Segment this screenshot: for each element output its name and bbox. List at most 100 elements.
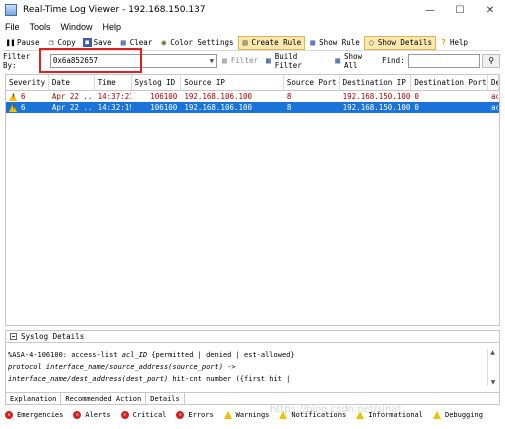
- table-row-selected[interactable]: 6 Apr 22 ... 14:32:19 106100 192.168.106…: [6, 102, 499, 113]
- build-filter-label: Build Filter: [274, 51, 302, 70]
- cell-severity: 6: [6, 102, 49, 113]
- build-filter-icon: ▦: [265, 56, 271, 65]
- severity-value: 6: [21, 92, 26, 101]
- details-icon: ○: [368, 38, 374, 47]
- cell-source-port: 8: [286, 92, 292, 101]
- col-date[interactable]: Date: [49, 75, 95, 90]
- show-all-label: Show All: [344, 51, 363, 70]
- legend-label: Warnings: [235, 411, 270, 419]
- details-suffix: {permitted | denied | est-allowed}: [147, 351, 295, 359]
- help-button[interactable]: ? Help: [436, 36, 472, 50]
- pause-button[interactable]: ❚❚ Pause: [3, 36, 44, 50]
- details-hitcnt: hit-cnt number ({first hit |: [168, 375, 291, 383]
- legend-debugging: Debugging: [432, 411, 483, 419]
- syslog-details-header[interactable]: Syslog Details: [6, 331, 499, 343]
- legend-notifications: Notifications: [279, 411, 346, 419]
- show-rule-icon: ▦: [310, 38, 316, 47]
- cell-destination-ip: 192.168.150.100: [342, 92, 411, 101]
- close-button[interactable]: ✕: [475, 0, 505, 20]
- chevron-down-icon[interactable]: ▼: [210, 57, 214, 65]
- col-severity[interactable]: Severity: [6, 75, 49, 90]
- scroll-up-icon[interactable]: ▲: [488, 349, 497, 356]
- show-all-icon: ▦: [335, 56, 341, 65]
- collapse-icon[interactable]: [10, 333, 17, 340]
- details-destination: interface_name/dest_address(dest_port): [8, 375, 169, 383]
- find-button[interactable]: ⚲: [482, 53, 500, 68]
- legend-label: Debugging: [444, 411, 483, 419]
- save-label: Save: [93, 38, 112, 47]
- menu-help[interactable]: Help: [98, 22, 127, 32]
- col-source-port[interactable]: Source Port: [284, 75, 340, 90]
- legend-informational: Informational: [356, 411, 423, 419]
- col-destination-port[interactable]: Destination Port: [411, 75, 489, 90]
- emergencies-icon: ✕: [5, 411, 13, 419]
- cell-description: ac: [491, 92, 498, 101]
- filter-by-label: Filter By:: [3, 51, 31, 70]
- legend-emergencies: ✕ Emergencies: [5, 411, 63, 419]
- save-button[interactable]: ■ Save: [80, 36, 116, 50]
- pause-icon: ❚❚: [5, 38, 16, 47]
- show-details-button[interactable]: ○ Show Details: [363, 35, 436, 50]
- cell-severity: 6: [6, 91, 49, 102]
- alerts-icon: ✕: [73, 411, 82, 419]
- details-tabs: Explanation Recommended Action Details: [6, 392, 499, 404]
- show-all-button[interactable]: ▦ Show All: [330, 51, 382, 70]
- window-title: Real-Time Log Viewer - 192.168.150.137: [23, 5, 206, 15]
- cell-source-ip: 192.168.106.100: [184, 103, 253, 112]
- legend-warnings: Warnings: [223, 411, 270, 419]
- filter-input[interactable]: 0x6a852657 ▼: [49, 53, 217, 68]
- scroll-down-icon[interactable]: ▼: [488, 379, 498, 386]
- log-table: Severity Date Time Syslog ID Source IP S…: [5, 74, 500, 326]
- copy-button[interactable]: ❐ Copy: [44, 36, 80, 50]
- col-destination-ip[interactable]: Destination IP: [340, 75, 412, 90]
- color-settings-button[interactable]: ◉ Color Settings: [156, 36, 237, 50]
- details-scrollbar[interactable]: ▲ ▼: [487, 349, 497, 386]
- create-rule-button[interactable]: ▤ Create Rule: [237, 35, 306, 50]
- details-acl: acl_ID: [121, 351, 148, 359]
- rule-icon: ▤: [242, 38, 248, 47]
- clear-label: Clear: [129, 38, 153, 47]
- col-description[interactable]: De: [488, 75, 499, 90]
- filter-bar: Filter By: 0x6a852657 ▼ ▦ Filter ▦ Build…: [3, 51, 500, 70]
- details-protocol: protocol interface_name: [8, 363, 105, 371]
- filter-icon: ▦: [221, 56, 227, 65]
- col-source-ip[interactable]: Source IP: [181, 75, 284, 90]
- clear-button[interactable]: ▦ Clear: [116, 36, 157, 50]
- table-row[interactable]: 6 Apr 22 ... 14:37:21 106100 192.168.106…: [6, 91, 499, 102]
- table-header: Severity Date Time Syslog ID Source IP S…: [6, 75, 499, 91]
- severity-legend: ✕ Emergencies ✕ Alerts ✕ Critical ✕ Erro…: [5, 408, 500, 422]
- legend-label: Errors: [188, 411, 214, 419]
- cell-date: Apr 22 ...: [51, 103, 95, 112]
- menu-window[interactable]: Window: [56, 22, 98, 32]
- col-time[interactable]: Time: [95, 75, 132, 90]
- notifications-icon: [279, 411, 288, 419]
- warnings-icon: [223, 411, 232, 419]
- cell-syslog-id: 106100: [150, 92, 178, 101]
- find-input[interactable]: [407, 53, 481, 68]
- legend-label: Informational: [368, 411, 423, 419]
- tab-details[interactable]: Details: [146, 393, 185, 404]
- cell-description: ac: [491, 103, 498, 112]
- tab-recommended-action[interactable]: Recommended Action: [61, 393, 147, 404]
- legend-critical: ✕ Critical: [120, 411, 166, 419]
- details-line-2: protocol interface_name/source_address(s…: [8, 361, 478, 373]
- debugging-icon: [432, 411, 441, 419]
- menu-file[interactable]: File: [0, 22, 25, 32]
- details-line-1: %ASA-4-106100: access-list acl_ID {permi…: [8, 349, 478, 361]
- menu-bar: File Tools Window Help: [0, 20, 505, 34]
- menu-tools[interactable]: Tools: [25, 22, 56, 32]
- filter-value: 0x6a852657: [52, 56, 98, 65]
- critical-icon: ✕: [120, 411, 129, 419]
- severity-value: 6: [21, 103, 26, 112]
- warning-icon: [9, 103, 18, 112]
- legend-errors: ✕ Errors: [176, 411, 214, 419]
- legend-alerts: ✕ Alerts: [73, 411, 111, 419]
- minimize-button[interactable]: —: [415, 0, 445, 20]
- maximize-button[interactable]: ☐: [445, 0, 475, 20]
- show-rule-button[interactable]: ▦ Show Rule: [305, 36, 364, 50]
- details-arrow: ->: [222, 363, 236, 371]
- build-filter-button[interactable]: ▦ Build Filter: [261, 51, 330, 70]
- col-syslog-id[interactable]: Syslog ID: [132, 75, 182, 90]
- filter-button[interactable]: ▦ Filter: [217, 54, 261, 68]
- tab-explanation[interactable]: Explanation: [6, 393, 62, 404]
